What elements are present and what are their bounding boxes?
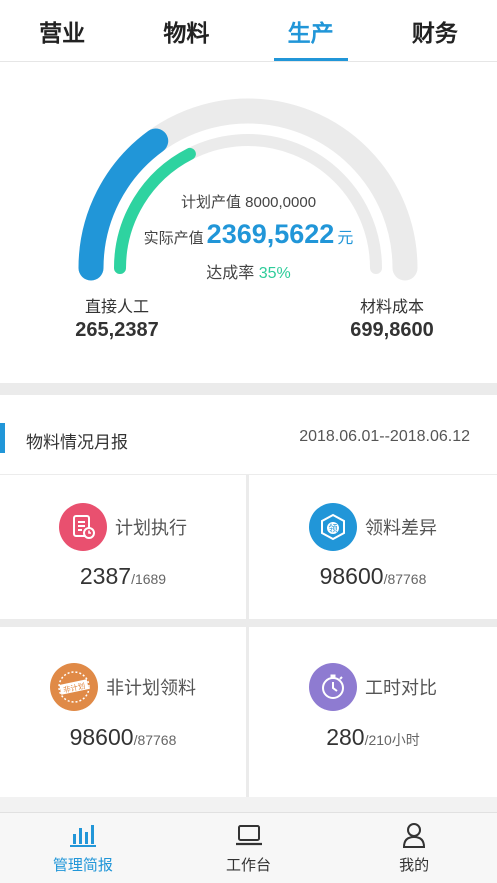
bottom-nav-bar: 管理简报 工作台 我的	[0, 812, 497, 883]
actual-output: 实际产值 2369,5622 元	[0, 219, 497, 250]
stopwatch-icon	[309, 663, 357, 711]
direct-labor-label: 直接人工	[84, 299, 149, 316]
card-title: 非计划领料	[106, 678, 196, 698]
plan-document-icon	[59, 503, 107, 551]
card-total: /87768	[133, 732, 177, 748]
completion-rate: 达成率 35%	[0, 259, 497, 283]
material-box-icon: 领	[309, 503, 357, 551]
tab-production[interactable]: 生产	[249, 0, 373, 61]
nav-label: 工作台	[226, 857, 272, 874]
card-title: 工时对比	[365, 678, 437, 698]
production-gauge-card: 计划产值 8000,0000 实际产值 2369,5622 元 达成率 35% 直接…	[0, 63, 497, 383]
plan-output-label: 计划产值	[180, 194, 241, 211]
card-total: /1689	[131, 571, 167, 587]
card-title: 领料差异	[365, 518, 437, 538]
section-accent-bar	[0, 423, 5, 453]
card-value: 280	[326, 724, 365, 750]
tab-finance[interactable]: 财务	[373, 0, 497, 61]
material-report-header: 物料情况月报 2018.06.01--2018.06.12	[0, 395, 497, 475]
card-labor-hours[interactable]: 工时对比 280/210小时	[249, 627, 497, 797]
card-total: /210小时	[364, 732, 420, 748]
material-cost: 材料成本 699,8600	[333, 293, 451, 342]
card-title: 计划执行	[115, 518, 187, 538]
card-material-variance[interactable]: 领 领料差异 98600/87768	[249, 475, 497, 619]
section-divider	[0, 383, 497, 395]
completion-rate-value: 35%	[258, 265, 291, 282]
plan-output-value: 8000,0000	[245, 194, 317, 211]
nav-label: 我的	[399, 857, 430, 874]
card-value: 98600	[69, 724, 134, 750]
tab-business[interactable]: 营业	[0, 0, 124, 61]
card-unplanned-requisition[interactable]: 非计划 非计划领料 98600/87768	[0, 627, 246, 797]
tab-materials[interactable]: 物料	[124, 0, 248, 61]
material-stats-grid: 计划执行 2387/1689 领 领料差异 98600/87768 非计划 非计…	[0, 475, 497, 797]
box-icon-glyph: 领	[328, 523, 337, 535]
actual-output-unit: 元	[337, 230, 354, 247]
nav-profile[interactable]: 我的	[331, 813, 497, 883]
nav-workbench[interactable]: 工作台	[166, 813, 332, 883]
date-range[interactable]: 2018.06.01--2018.06.12	[299, 428, 470, 446]
card-plan-execution[interactable]: 计划执行 2387/1689	[0, 475, 246, 619]
actual-output-label: 实际产值	[143, 230, 204, 247]
direct-labor-value: 265,2387	[75, 319, 159, 341]
direct-labor: 直接人工 265,2387	[58, 293, 176, 342]
nav-label: 管理简报	[52, 857, 113, 874]
material-cost-label: 材料成本	[359, 299, 424, 316]
user-icon	[403, 823, 426, 848]
actual-output-value: 2369,5622	[206, 219, 335, 249]
card-value: 98600	[319, 563, 384, 589]
card-value: 2387	[79, 563, 132, 589]
stamp-text: 非计划	[62, 680, 86, 694]
top-tab-bar: 营业 物料 生产 财务	[0, 0, 497, 62]
plan-output: 计划产值 8000,0000	[0, 191, 497, 212]
unplanned-stamp-icon: 非计划	[50, 663, 98, 711]
bottom-spacer	[0, 797, 497, 812]
card-total: /87768	[383, 571, 427, 587]
nav-management-brief[interactable]: 管理简报	[0, 813, 166, 883]
completion-rate-label: 达成率	[206, 265, 255, 282]
laptop-icon	[235, 825, 262, 846]
section-title: 物料情况月报	[26, 433, 128, 452]
bar-chart-icon	[69, 825, 96, 847]
material-cost-value: 699,8600	[350, 319, 434, 341]
